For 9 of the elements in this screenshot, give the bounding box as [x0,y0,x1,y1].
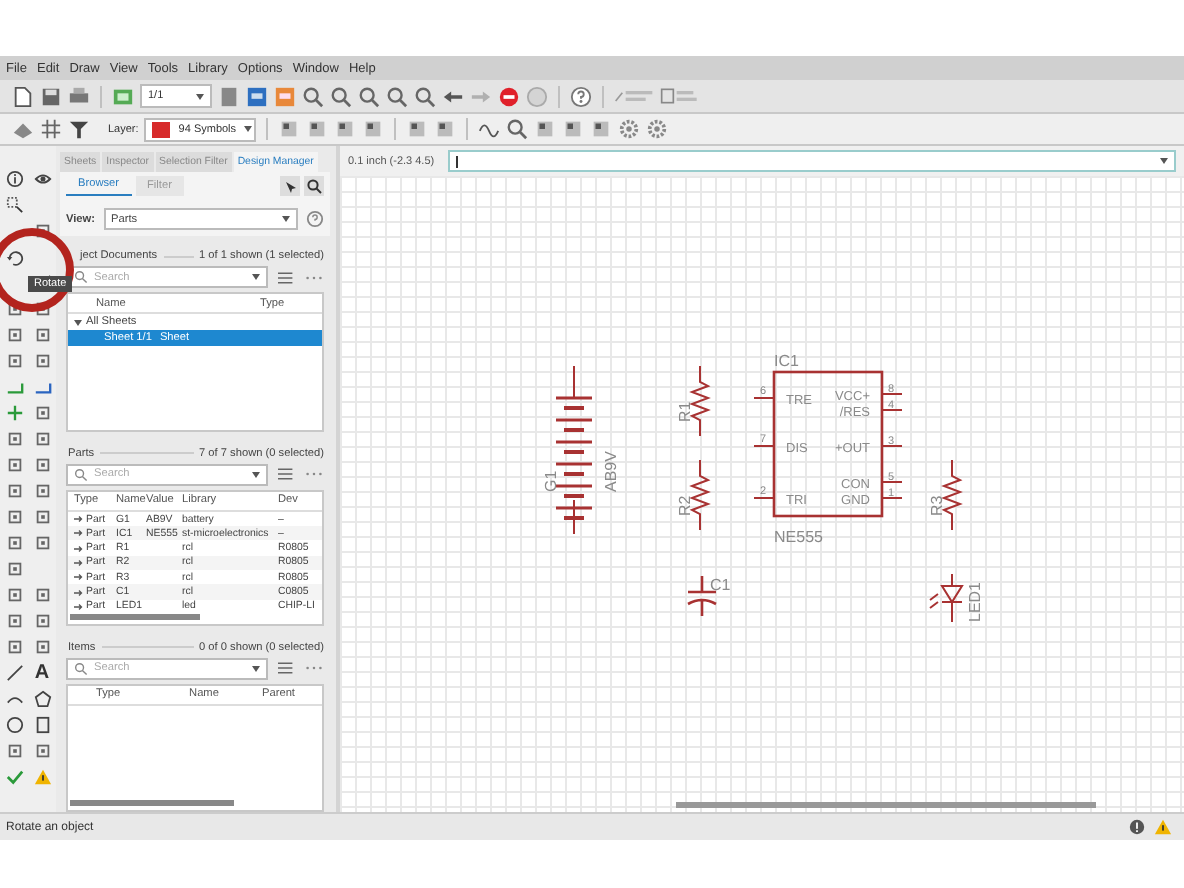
part-name: C1 [710,576,731,594]
part-name: G1 [542,470,560,492]
part-value: NE555 [774,528,823,546]
part-name: R3 [928,495,946,516]
part-value: AB9V [602,451,620,492]
part-name: IC1 [774,352,799,370]
part-name: R1 [676,401,694,422]
part-name: LED1 [966,581,984,622]
part-name: R2 [676,495,694,516]
